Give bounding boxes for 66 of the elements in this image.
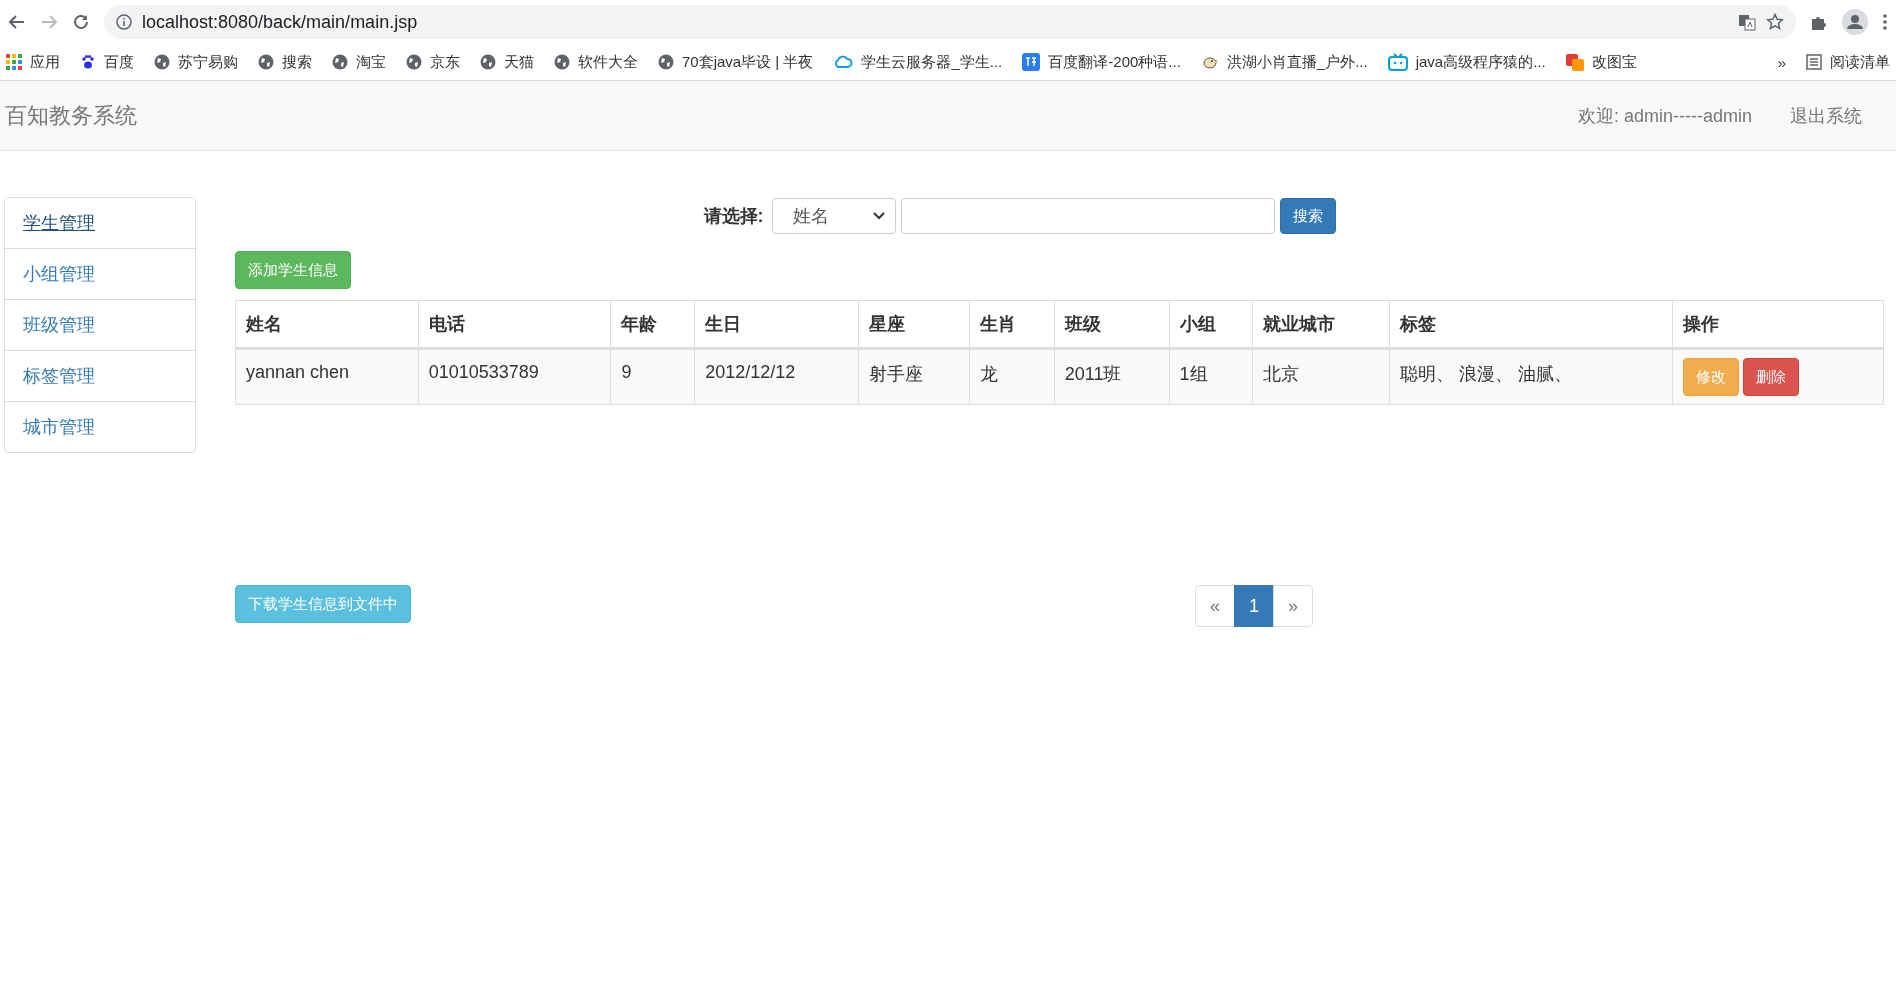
table-cell: 射手座	[858, 348, 970, 405]
sidebar-item[interactable]: 班级管理	[5, 299, 195, 350]
info-icon[interactable]	[116, 14, 132, 30]
bookmark-link[interactable]: 搜索	[282, 52, 312, 72]
profile-icon[interactable]	[1842, 9, 1868, 35]
tv-icon[interactable]	[1387, 53, 1408, 71]
search-field[interactable]	[900, 198, 1275, 234]
bookmark-link[interactable]: 70套java毕设 | 半夜	[682, 52, 814, 72]
sidebar-item[interactable]: 学生管理	[5, 198, 195, 248]
page-button[interactable]: 1	[1234, 585, 1274, 627]
apps-grid-icon[interactable]	[6, 54, 22, 70]
table-cell: 龙	[969, 348, 1055, 405]
list-icon[interactable]	[1806, 54, 1822, 70]
menu-icon[interactable]	[1882, 13, 1888, 31]
bookmark-link[interactable]: java高级程序猿的...	[1415, 52, 1546, 72]
paw-icon[interactable]	[80, 54, 96, 70]
bookmark-link[interactable]: 百度	[104, 52, 134, 72]
translate-page-icon[interactable]	[1738, 13, 1756, 31]
bookmark-link[interactable]: 改图宝	[1591, 52, 1637, 72]
bookmark-link[interactable]: 苏宁易购	[178, 52, 238, 72]
sidebar-item[interactable]: 小组管理	[5, 248, 195, 299]
globe-icon[interactable]	[332, 54, 348, 70]
table-cell: 聪明、 浪漫、 油腻、	[1389, 348, 1673, 405]
table-cell: 2012/12/12	[694, 348, 859, 405]
globe-icon[interactable]	[258, 54, 274, 70]
address-bar[interactable]: localhost:8080/back/main/main.jsp	[104, 5, 1796, 39]
bookmark-link[interactable]: 洪湖小肖直播_户外...	[1226, 52, 1368, 72]
bookmark-link[interactable]: 淘宝	[356, 52, 386, 72]
bookmark-link[interactable]: 百度翻译-200种语...	[1048, 52, 1181, 72]
star-icon[interactable]	[1766, 13, 1784, 31]
globe-icon[interactable]	[480, 54, 496, 70]
next-page-button[interactable]: »	[1273, 585, 1313, 627]
translate-icon[interactable]	[1022, 53, 1041, 71]
reload-icon[interactable]	[72, 13, 90, 31]
select-label: 请选择:	[703, 205, 764, 228]
table-cell: 2011班	[1054, 348, 1169, 405]
cloud-icon[interactable]	[833, 54, 854, 70]
bookmark-link[interactable]: 软件大全	[578, 52, 638, 72]
field-dropdown[interactable]: 姓名	[771, 198, 896, 234]
sidebar-item[interactable]: 城市管理	[5, 401, 195, 452]
reading-list-link[interactable]: 阅读清单	[1830, 52, 1890, 72]
sidebar-item[interactable]: 标签管理	[5, 350, 195, 401]
globe-icon[interactable]	[406, 54, 422, 70]
globe-icon[interactable]	[554, 54, 570, 70]
squares-icon[interactable]	[1565, 53, 1584, 71]
previous-page-button[interactable]: «	[1195, 585, 1235, 627]
search-button[interactable]: 搜索	[1279, 198, 1336, 234]
app-title[interactable]: 百知教务系统	[5, 100, 137, 131]
url-text: localhost:8080/back/main/main.jsp	[142, 11, 418, 33]
more-bookmarks-button[interactable]: »	[1777, 53, 1786, 71]
globe-icon[interactable]	[154, 54, 170, 70]
bookmark-link[interactable]: 京东	[430, 52, 460, 72]
bookmark-link[interactable]: 应用	[30, 52, 60, 72]
chevron-down-icon	[872, 212, 885, 220]
delete-button[interactable]: 删除	[1743, 358, 1800, 396]
back-arrow-icon[interactable]	[8, 13, 26, 31]
bookmark-link[interactable]: 天猫	[504, 52, 534, 72]
table-cell: 北京	[1252, 348, 1390, 405]
bookmark-link[interactable]: 学生云服务器_学生...	[861, 52, 1003, 72]
welcome-text: 欢迎: admin-----admin	[1577, 104, 1752, 128]
logout-link[interactable]: 退出系统	[1790, 103, 1862, 128]
table-cell: 1组	[1169, 348, 1253, 405]
table-cell: 9	[610, 348, 695, 405]
table-cell: 01010533789	[418, 348, 611, 405]
table-cell: yannan chen	[235, 348, 419, 405]
globe-icon[interactable]	[658, 54, 674, 70]
